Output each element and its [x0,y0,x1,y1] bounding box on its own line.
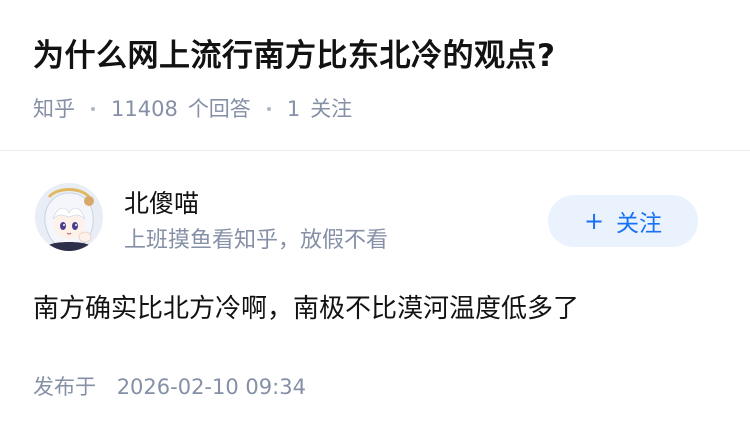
question-title[interactable]: 为什么网上流行南方比东北冷的观点? [33,34,555,78]
answer-count[interactable]: 11408 [111,93,178,125]
author-name[interactable]: 北傻喵 [124,186,199,222]
anime-avatar-icon [35,183,103,251]
source-label[interactable]: 知乎 [33,93,75,125]
follower-count-label[interactable]: 关注 [310,93,352,125]
separator-dot-icon [266,107,271,111]
plus-icon: + [583,207,605,235]
follow-button-label: 关注 [616,211,663,237]
separator-dot-icon [91,107,95,111]
follower-count[interactable]: 1 [287,93,300,125]
question-meta: 知乎 11408 个回答 1 关注 [33,93,352,125]
publish-label: 发布于 [33,375,96,399]
question-header: 为什么网上流行南方比东北冷的观点? 知乎 11408 个回答 1 关注 [0,0,750,151]
author-info: 北傻喵 上班摸鱼看知乎，放假不看 + 关注 [0,180,750,266]
author-bio: 上班摸鱼看知乎，放假不看 [124,228,389,253]
avatar[interactable] [35,183,103,251]
answer-page: 为什么网上流行南方比东北冷的观点? 知乎 11408 个回答 1 关注 北傻喵 … [0,0,750,438]
answer-content[interactable]: 南方确实比北方冷啊，南极不比漠河温度低多了 [33,289,579,329]
publish-info: 发布于 2026-02-10 09:34 [33,371,306,403]
publish-time: 2026-02-10 09:34 [116,375,306,399]
follow-button[interactable]: + 关注 [548,195,698,247]
answer-count-label[interactable]: 个回答 [188,93,251,125]
